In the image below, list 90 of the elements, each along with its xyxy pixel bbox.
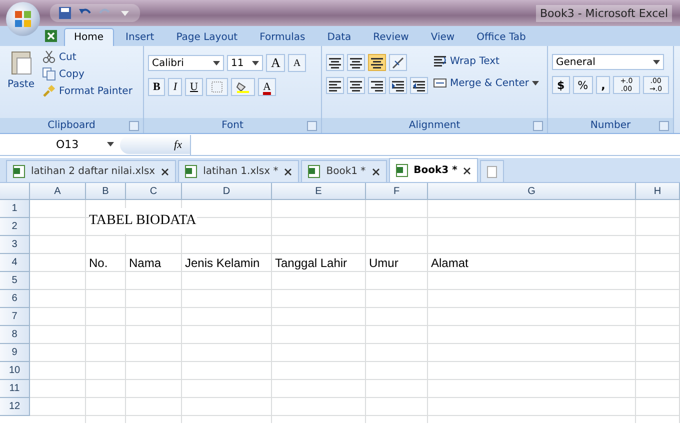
ribbon-tab[interactable]: View: [420, 28, 465, 46]
document-tab[interactable]: Book1 *: [301, 160, 387, 182]
row-header[interactable]: 8: [0, 326, 30, 344]
document-tab[interactable]: latihan 1.xlsx *: [178, 160, 300, 182]
shrink-font-button[interactable]: A: [288, 54, 306, 72]
logo-icon: [13, 9, 33, 29]
italic-button[interactable]: I: [168, 78, 182, 96]
cell-text: TABEL BIODATA: [89, 208, 198, 234]
caret-icon[interactable]: [107, 142, 114, 147]
ribbon-tab[interactable]: Insert: [116, 28, 164, 46]
close-icon[interactable]: [463, 166, 472, 174]
caret-icon[interactable]: [653, 60, 660, 64]
ribbon-tab[interactable]: Home: [64, 28, 114, 46]
copy-button[interactable]: Copy: [42, 67, 132, 81]
caret-icon[interactable]: [532, 80, 540, 86]
column-header[interactable]: F: [366, 183, 428, 200]
row-header[interactable]: 12: [0, 398, 30, 416]
group-label: Number: [590, 120, 631, 131]
caret-icon[interactable]: [252, 60, 259, 66]
group-label: Alignment: [408, 120, 460, 131]
caret-icon[interactable]: [213, 60, 220, 66]
border-grid-icon: [210, 81, 223, 93]
grow-font-button[interactable]: A: [266, 54, 286, 72]
column-header[interactable]: A: [30, 183, 86, 200]
spreadsheet-file-icon: [13, 165, 25, 178]
underline-button[interactable]: U: [185, 78, 203, 96]
group-label: Clipboard: [48, 120, 96, 131]
paste-label[interactable]: Paste: [8, 79, 34, 90]
name-box[interactable]: O13: [0, 138, 120, 151]
font-color-button[interactable]: A: [258, 78, 276, 96]
format-painter-button[interactable]: Format Painter: [42, 84, 132, 98]
paste-icon[interactable]: [9, 50, 33, 76]
document-tab[interactable]: latihan 2 daftar nilai.xlsx: [6, 160, 176, 182]
spreadsheet-file-icon: [308, 165, 320, 178]
spreadsheet-file-icon: [185, 165, 198, 178]
ribbon-tab[interactable]: Page Layout: [166, 28, 248, 46]
row-header[interactable]: 9: [0, 344, 30, 362]
cell-text: Nama: [129, 256, 162, 270]
paint-bucket-icon: [236, 81, 250, 93]
row-header[interactable]: 2: [0, 218, 30, 236]
ribbon-tab[interactable]: Data: [317, 28, 362, 46]
row-header[interactable]: 3: [0, 236, 30, 254]
excel-icon: [44, 29, 58, 43]
font-name-field[interactable]: Calibri: [148, 55, 224, 71]
row-header[interactable]: 6: [0, 290, 30, 308]
column-header[interactable]: G: [428, 183, 636, 200]
fill-color-button[interactable]: [230, 78, 255, 96]
close-icon[interactable]: [284, 168, 292, 176]
scissors-icon[interactable]: [42, 50, 56, 64]
bold-button[interactable]: B: [148, 78, 166, 96]
number-format-field[interactable]: General: [552, 54, 664, 70]
blank-page-icon: [487, 166, 498, 178]
copy-icon[interactable]: [42, 67, 56, 81]
office-button[interactable]: [6, 2, 40, 36]
cell-text: Tanggal Lahir: [275, 256, 348, 270]
cell-text: Umur: [369, 256, 400, 270]
ribbon-tab[interactable]: Office Tab: [466, 28, 536, 46]
column-header[interactable]: H: [636, 183, 680, 200]
insert-function-button[interactable]: fx: [120, 136, 190, 154]
row-header[interactable]: 4: [0, 254, 30, 272]
comma-button[interactable]: ,: [596, 76, 610, 94]
currency-button[interactable]: $: [552, 76, 570, 94]
percent-button[interactable]: %: [572, 76, 594, 94]
row-header[interactable]: 11: [0, 380, 30, 398]
row-header[interactable]: 7: [0, 308, 30, 326]
merge-icon[interactable]: [433, 76, 447, 90]
wrap-text-icon[interactable]: [433, 54, 447, 68]
column-header[interactable]: E: [272, 183, 366, 200]
merge-center-button[interactable]: Merge & Center: [433, 76, 540, 90]
cell-text: No.: [89, 256, 109, 270]
ribbon-tab[interactable]: Formulas: [250, 28, 316, 46]
column-header[interactable]: B: [86, 183, 126, 200]
window-title: Book3 - Microsoft Excel: [536, 4, 672, 22]
font-size-field[interactable]: 11: [227, 55, 263, 71]
column-header[interactable]: D: [182, 183, 272, 200]
close-icon[interactable]: [161, 168, 170, 176]
group-label: Font: [222, 120, 244, 131]
row-header[interactable]: 5: [0, 272, 30, 290]
document-tab[interactable]: Book3 *: [388, 158, 478, 182]
column-header[interactable]: C: [126, 183, 182, 200]
wrap-text-button[interactable]: Wrap Text: [433, 54, 540, 68]
row-header[interactable]: 1: [0, 200, 30, 218]
close-icon[interactable]: [372, 168, 380, 176]
ribbon-tab[interactable]: Review: [363, 28, 419, 46]
cut-button[interactable]: Cut: [42, 50, 132, 64]
row-header[interactable]: 10: [0, 362, 30, 380]
cell-text: Jenis Kelamin: [185, 256, 261, 270]
cell-text: Alamat: [431, 256, 470, 270]
save-icon[interactable]: [58, 6, 72, 20]
spreadsheet-file-icon: [396, 164, 408, 177]
